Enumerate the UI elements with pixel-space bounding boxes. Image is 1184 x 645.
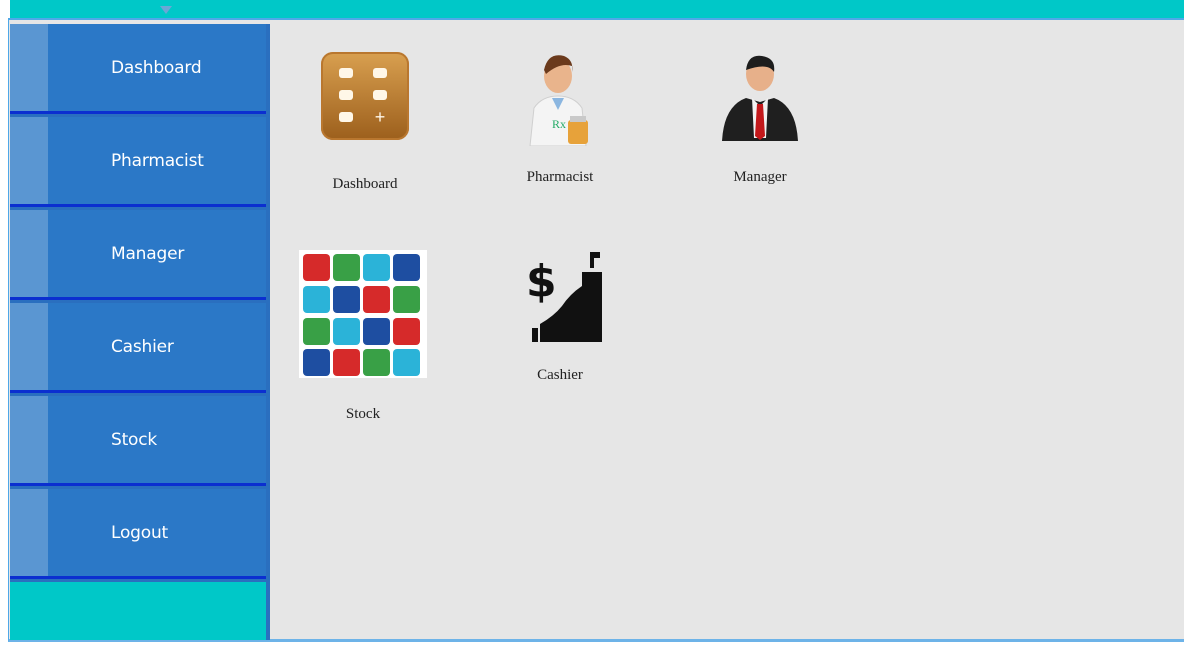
sidebar-item-stock[interactable]: Stock [10, 396, 266, 486]
sidebar-item-stripe [10, 24, 48, 111]
svg-text:Rx: Rx [552, 117, 566, 131]
pharmacist-icon: Rx [529, 55, 588, 147]
sidebar-item-label: Pharmacist [111, 150, 204, 171]
sidebar-item-label: Manager [111, 243, 185, 264]
cash-register-icon: $ [526, 252, 602, 342]
sidebar-footer [10, 582, 266, 640]
sidebar-item-manager[interactable]: Manager [10, 210, 266, 300]
tile-caption: Cashier [537, 367, 583, 383]
sidebar-item-label: Stock [111, 429, 158, 450]
tile-caption: Stock [345, 406, 381, 422]
tile-cashier[interactable]: $ Cashier [500, 246, 620, 384]
medicine-grid-icon [299, 250, 427, 378]
dropdown-indicator-icon [160, 6, 172, 14]
top-bar [10, 0, 1184, 18]
sidebar-edge [266, 24, 270, 640]
tile-caption: Manager [733, 169, 787, 185]
sidebar-item-label: Cashier [111, 336, 174, 357]
tile-pharmacist[interactable]: Rx Pharmacist [500, 46, 620, 186]
tile-manager[interactable]: Manager [700, 46, 820, 186]
sidebar-item-stripe [10, 117, 48, 204]
tile-caption: Dashboard [332, 176, 398, 192]
dashboard-icon: + [321, 52, 409, 140]
manager-icon [722, 55, 798, 141]
svg-text:$: $ [526, 256, 557, 307]
sidebar: Dashboard Pharmacist Manager Cashier Sto… [10, 24, 266, 640]
sidebar-item-stripe [10, 303, 48, 390]
sidebar-item-stripe [10, 210, 48, 297]
sidebar-item-dashboard[interactable]: Dashboard [10, 24, 266, 114]
sidebar-item-pharmacist[interactable]: Pharmacist [10, 117, 266, 207]
sidebar-item-label: Dashboard [111, 57, 202, 78]
tile-caption: Pharmacist [526, 169, 594, 185]
sidebar-item-label: Logout [111, 522, 169, 543]
sidebar-item-logout[interactable]: Logout [10, 489, 266, 579]
tile-dashboard[interactable]: + Dashboard [310, 52, 420, 193]
tile-stock[interactable]: Stock [296, 250, 430, 423]
sidebar-item-stripe [10, 396, 48, 483]
sidebar-item-cashier[interactable]: Cashier [10, 303, 266, 393]
sidebar-item-stripe [10, 489, 48, 576]
